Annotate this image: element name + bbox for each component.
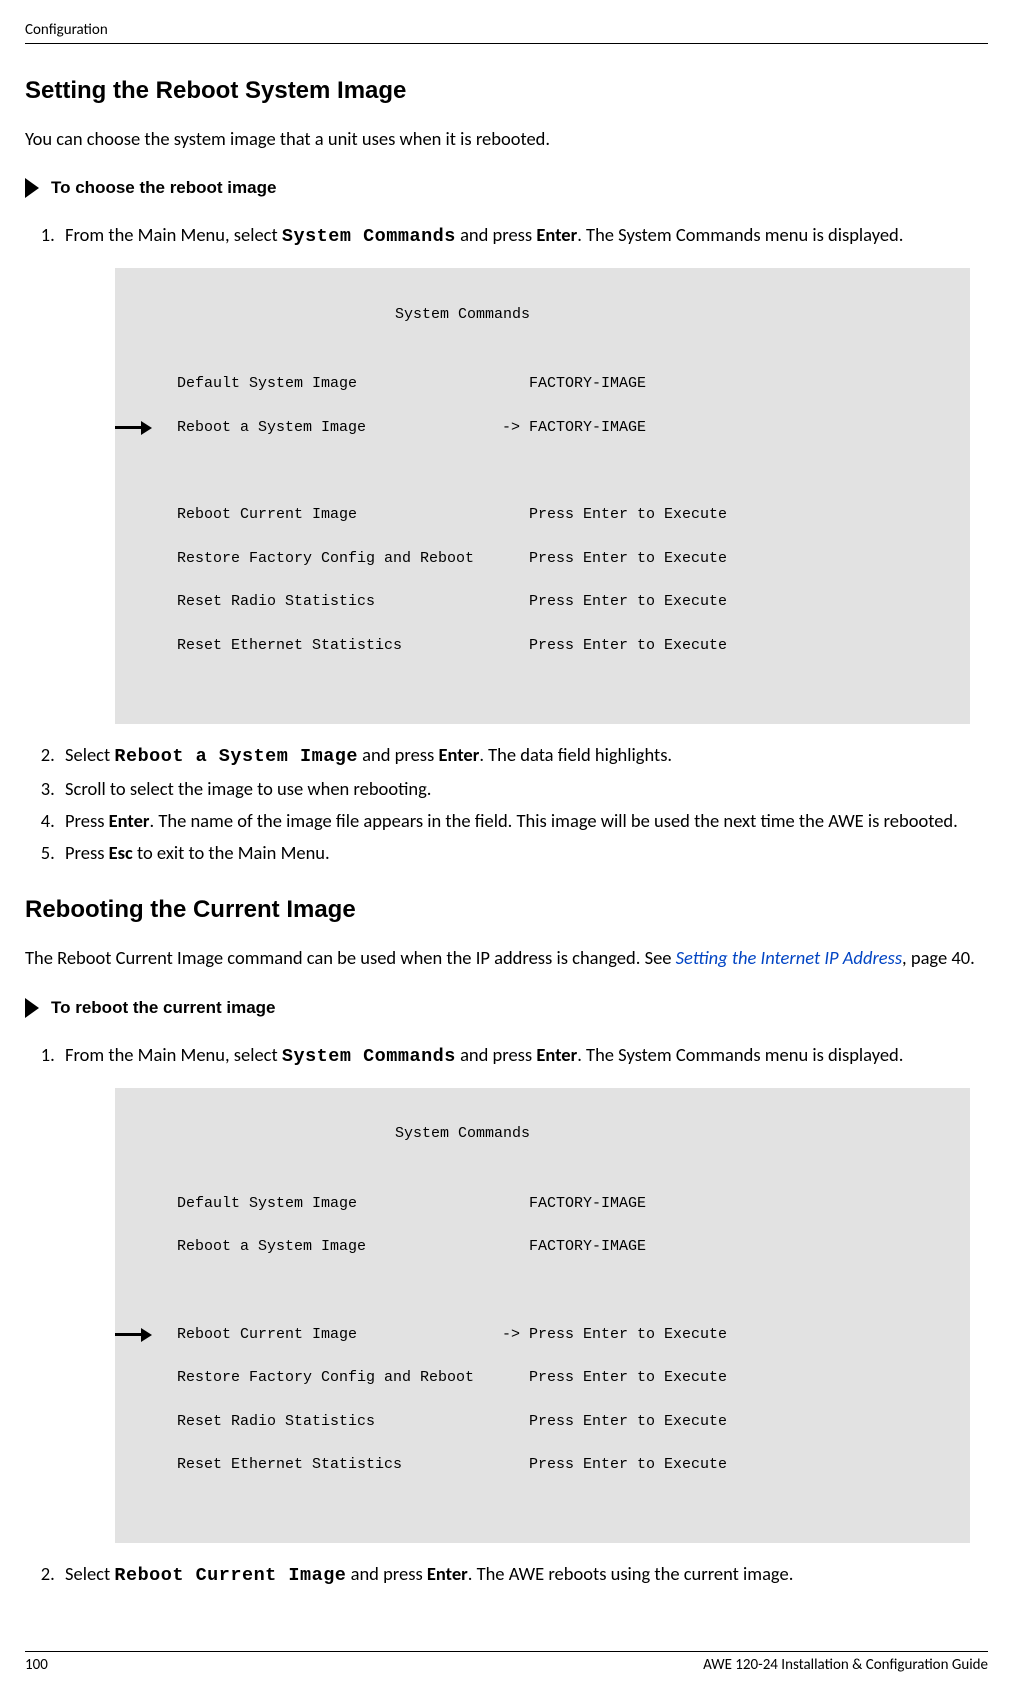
procedure-title-1: To choose the reboot image xyxy=(51,176,276,200)
guide-title: AWE 120-24 Installation & Configuration … xyxy=(703,1655,988,1676)
section1-intro: You can choose the system image that a u… xyxy=(25,126,988,152)
section1-title: Setting the Reboot System Image xyxy=(25,74,988,108)
terminal-title: System Commands xyxy=(135,1123,950,1145)
page-number: 100 xyxy=(25,1655,48,1676)
terminal-title: System Commands xyxy=(135,304,950,326)
key-text: Enter xyxy=(536,1043,577,1066)
pointer-arrow-icon xyxy=(115,420,155,436)
key-text: Enter xyxy=(109,809,150,832)
cmd-text: System Commands xyxy=(282,1046,456,1067)
key-text: Enter xyxy=(438,743,479,766)
list-item: Select Reboot Current Image and press En… xyxy=(59,1561,988,1589)
header-rule xyxy=(25,43,988,44)
procedure-arrow-icon xyxy=(25,178,39,198)
terminal-output-2: System Commands Default System Image FAC… xyxy=(115,1088,970,1544)
procedure-heading-2: To reboot the current image xyxy=(25,996,988,1020)
procedure-1-list: From the Main Menu, select System Comman… xyxy=(25,222,988,865)
terminal-output-1: System Commands Default System Image FAC… xyxy=(115,268,970,724)
cmd-text: System Commands xyxy=(282,226,456,247)
list-item: Select Reboot a System Image and press E… xyxy=(59,742,988,770)
procedure-arrow-icon xyxy=(25,998,39,1018)
list-item: Press Esc to exit to the Main Menu. xyxy=(59,840,988,866)
pointer-arrow-icon xyxy=(115,1327,155,1343)
key-text: Enter xyxy=(536,223,577,246)
list-item: Scroll to select the image to use when r… xyxy=(59,776,988,802)
list-item: Press Enter. The name of the image file … xyxy=(59,808,988,834)
page-footer: 100 AWE 120-24 Installation & Configurat… xyxy=(25,1651,988,1676)
procedure-2-list: From the Main Menu, select System Comman… xyxy=(25,1042,988,1590)
cross-reference-link[interactable]: Setting the Internet IP Address xyxy=(676,946,902,969)
footer-rule xyxy=(25,1651,988,1652)
procedure-title-2: To reboot the current image xyxy=(51,996,276,1020)
procedure-heading-1: To choose the reboot image xyxy=(25,176,988,200)
cmd-text: Reboot Current Image xyxy=(114,1565,346,1586)
key-text: Esc xyxy=(109,841,133,864)
cmd-text: Reboot a System Image xyxy=(114,746,358,767)
list-item: From the Main Menu, select System Comman… xyxy=(59,222,988,724)
page-header-section: Configuration xyxy=(25,20,988,41)
section2-title: Rebooting the Current Image xyxy=(25,893,988,927)
key-text: Enter xyxy=(427,1562,468,1585)
section2-intro: The Reboot Current Image command can be … xyxy=(25,945,988,971)
list-item: From the Main Menu, select System Comman… xyxy=(59,1042,988,1544)
